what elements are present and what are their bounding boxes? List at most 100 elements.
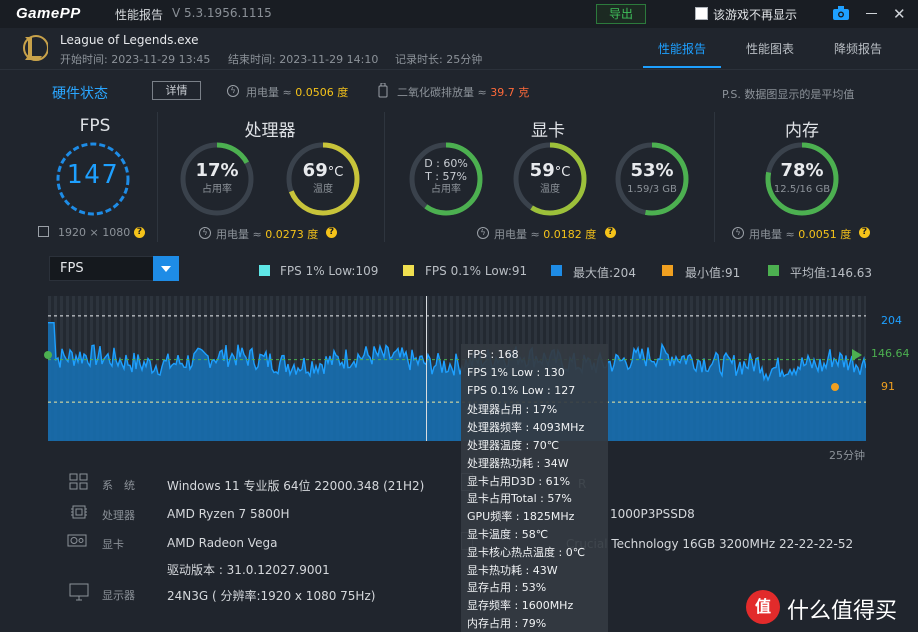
disk-info-value: 1000P3PSSD8 — [610, 507, 695, 521]
legend-01pct-low: FPS 0.1% Low:91 — [425, 264, 528, 278]
cpu-usage-value: 17% — [195, 160, 239, 181]
window-title: 性能报告 — [115, 8, 164, 22]
tooltip-row: FPS : 168 — [467, 348, 519, 361]
tooltip-row: 显卡核心热点温度 : 0℃ — [467, 545, 586, 559]
chart-tooltip: FPS : 168 FPS 1% Low : 130 FPS 0.1% Low : … — [461, 344, 608, 632]
help-icon[interactable]: ? — [605, 227, 616, 238]
tooltip-row: 显卡热功耗 : 43W — [467, 563, 558, 577]
no-show-checkbox[interactable] — [695, 7, 708, 20]
tooltip-row: 处理器占用 : 17% — [467, 403, 558, 417]
fps-chart[interactable] — [48, 296, 866, 441]
resolution-value: 1920 × 1080 — [58, 226, 131, 239]
no-show-label: 该游戏不再显示 — [713, 8, 798, 22]
gpu-title: 显卡 — [531, 121, 565, 141]
tooltip-row: 处理器热功耗 : 34W — [467, 456, 569, 470]
end-time: 结束时间: 2023-11-29 14:10 — [228, 53, 379, 66]
tooltip-row: 显存占用 : 53% — [467, 581, 547, 595]
tooltip-row: 内存占用 : 79% — [467, 617, 547, 630]
tab-performance-chart[interactable]: 性能图表 — [731, 40, 809, 57]
watermark-text: 什么值得买 — [787, 599, 898, 624]
vram-gauge: 53% 1.59/3 GB — [613, 140, 691, 218]
details-button[interactable]: 详情 — [152, 81, 201, 100]
cpu-icon — [71, 505, 87, 519]
tooltip-row: 显卡温度 : 58℃ — [467, 528, 549, 541]
legend-avg: 平均值:146.63 — [790, 266, 873, 280]
memory-power: 用电量 ≈ 0.0051 度 — [749, 228, 852, 241]
total-power: 用电量 ≈ 0.0506 度 — [246, 86, 349, 99]
tooltip-row: 显存频率 : 1600MHz — [467, 599, 574, 613]
vram-value: 53% — [630, 160, 674, 181]
cpu-power: 用电量 ≈ 0.0273 度 — [216, 228, 319, 241]
gpu-usage-lines: D : 60% T : 57% 占用率 — [424, 157, 468, 195]
league-logo-icon — [23, 35, 48, 61]
tab-throttle-report[interactable]: 降频报告 — [819, 40, 897, 57]
legend-1pct-low: FPS 1% Low:109 — [280, 264, 379, 278]
power-icon: ϟ — [227, 85, 239, 97]
help-icon[interactable]: ? — [859, 227, 870, 238]
tooltip-row: FPS 1% Low : 130 — [467, 365, 565, 379]
help-icon[interactable]: ? — [326, 227, 337, 238]
hover-cursor-line — [426, 296, 427, 441]
tooltip-row: 处理器频率 : 4093MHz — [467, 421, 585, 435]
gpu-icon — [67, 534, 87, 547]
memory-title: 内存 — [785, 121, 819, 141]
gpu-temp-gauge: 59°C 温度 — [511, 140, 589, 218]
legend-max: 最大值:204 — [573, 266, 636, 280]
power-icon: ϟ — [732, 227, 744, 239]
start-time: 开始时间: 2023-11-29 13:45 — [60, 53, 211, 66]
cpu-usage-gauge: 17% 占用率 — [178, 140, 256, 218]
windows-icon — [69, 473, 88, 490]
memory-value: 78% — [780, 160, 824, 181]
minimize-button[interactable] — [866, 13, 877, 14]
active-tab-indicator — [643, 66, 721, 68]
divider — [384, 112, 385, 242]
memory-label: 12.5/16 GB — [773, 184, 831, 195]
cpu-temp-value: 69°C — [302, 160, 344, 181]
legend-swatch-01pct — [403, 265, 414, 276]
chevron-down-icon[interactable] — [153, 256, 179, 281]
gpu-usage-gauge: D : 60% T : 57% 占用率 — [407, 140, 485, 218]
min-line-label: 91 — [881, 380, 895, 393]
game-name: League of Legends.exe — [60, 33, 199, 47]
metric-select-value: FPS — [60, 261, 84, 276]
avg-end-marker — [852, 349, 862, 361]
tooltip-row: 显卡占用Total : 57% — [467, 492, 572, 506]
fps-title: FPS — [79, 116, 111, 136]
max-line-label: 204 — [881, 314, 902, 327]
display-label: 显示器 — [102, 589, 135, 602]
vram-label: 1.59/3 GB — [627, 184, 677, 195]
os-label: 系 统 — [102, 479, 135, 492]
tooltip-row: 显卡占用D3D : 61% — [467, 474, 571, 488]
os-value: Windows 11 专业版 64位 22000.348 (21H2) — [167, 479, 425, 493]
bottle-icon — [378, 83, 388, 98]
hardware-status-title: 硬件状态 — [52, 86, 108, 102]
legend-swatch-avg — [768, 265, 779, 276]
cpu-info-value: AMD Ryzen 7 5800H — [167, 507, 290, 521]
close-button[interactable]: ✕ — [893, 5, 906, 23]
export-button[interactable]: 导出 — [596, 4, 646, 24]
cpu-temp-gauge: 69°C 温度 — [284, 140, 362, 218]
watermark-logo-icon: 值 — [746, 590, 780, 624]
divider — [714, 112, 715, 242]
monitor-icon — [69, 583, 89, 601]
co2-emission: 二氧化碳排放量 ≈ 39.7 克 — [397, 86, 530, 99]
min-point-marker — [831, 383, 839, 391]
gpu-info-label: 显卡 — [102, 538, 124, 551]
app-logo: GamePP — [16, 5, 81, 22]
memory-gauge: 78% 12.5/16 GB — [763, 140, 841, 218]
gpu-temp-value: 59°C — [529, 160, 571, 181]
chart-average-note: P.S. 数据图显示的是平均值 — [722, 88, 855, 101]
camera-icon[interactable] — [833, 6, 849, 20]
fps-value: 147 — [66, 160, 120, 190]
tooltip-row: 处理器温度 : 70℃ — [467, 439, 560, 452]
version-label: V 5.3.1956.1115 — [172, 6, 272, 20]
tab-performance-report[interactable]: 性能报告 — [643, 40, 721, 57]
avg-start-marker — [44, 351, 52, 359]
memory-info-value: Crucial Technology 16GB 3200MHz 22-22-22… — [566, 537, 854, 551]
gpu-temp-label: 温度 — [540, 184, 560, 195]
monitor-icon — [38, 226, 49, 237]
cpu-title: 处理器 — [244, 121, 296, 141]
divider — [157, 112, 158, 242]
legend-swatch-1pct — [259, 265, 270, 276]
help-icon[interactable]: ? — [134, 227, 145, 238]
